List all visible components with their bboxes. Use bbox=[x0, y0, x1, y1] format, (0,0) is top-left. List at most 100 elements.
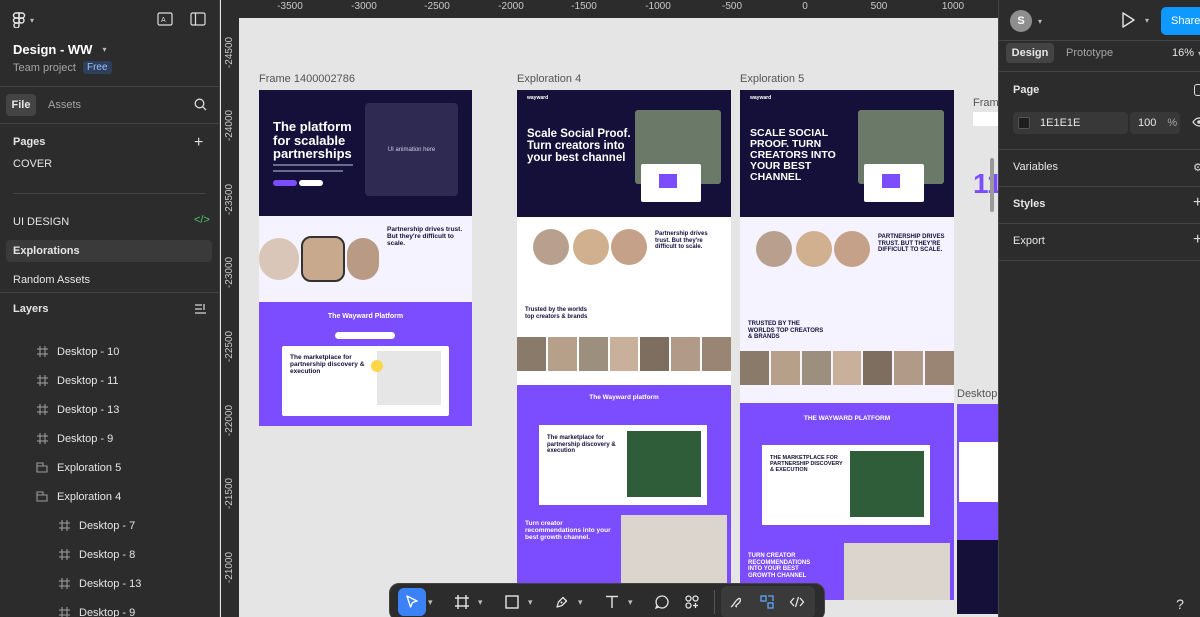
file-name: Design - WW bbox=[13, 42, 93, 57]
layer-item[interactable]: Desktop - 9 bbox=[0, 598, 220, 617]
add-export-button[interactable]: + bbox=[1193, 231, 1200, 249]
layer-label: Desktop - 9 bbox=[79, 606, 136, 617]
tab-prototype-label: Prototype bbox=[1066, 47, 1114, 59]
help-button[interactable]: ? bbox=[1170, 594, 1190, 614]
exploration-4-frame[interactable]: wayward Scale Social Proof. Turn creator… bbox=[517, 90, 731, 590]
frame-label[interactable]: Desktop bbox=[957, 388, 997, 400]
text-icon bbox=[606, 595, 618, 608]
layer-item[interactable]: Desktop - 13 bbox=[0, 395, 220, 424]
visibility-toggle[interactable] bbox=[1192, 116, 1200, 128]
code-icon bbox=[789, 596, 805, 608]
tab-prototype[interactable]: Prototype bbox=[1066, 47, 1113, 59]
frame-1400002786[interactable]: The platform for scalable partnerships U… bbox=[259, 90, 472, 426]
ruler-tick-label: 0 bbox=[802, 1, 808, 12]
layer-item[interactable]: Desktop - 11 bbox=[0, 366, 220, 395]
tab-file[interactable]: File bbox=[6, 94, 36, 116]
layer-item[interactable]: Desktop - 13 bbox=[0, 569, 220, 598]
layer-item[interactable]: Desktop - 7 bbox=[0, 511, 220, 540]
layer-label: Desktop - 9 bbox=[57, 432, 114, 445]
move-tool-button[interactable] bbox=[398, 588, 426, 616]
ruler-tick-text: -21000 bbox=[224, 551, 236, 583]
variables-title[interactable]: Variables bbox=[1013, 161, 1058, 173]
variables-icon[interactable]: ⚙ bbox=[1193, 161, 1200, 174]
ruler-tick-label: -22500 bbox=[221, 316, 239, 376]
zoom-menu[interactable]: 16% ▾ bbox=[1172, 47, 1200, 59]
shape-tool-button[interactable] bbox=[498, 588, 526, 616]
present-button[interactable]: ▾ bbox=[1119, 11, 1149, 29]
hero-title: The platform for scalable partnerships bbox=[273, 119, 352, 162]
ai-toggle-button[interactable]: A bbox=[157, 12, 173, 26]
page-label: Random Assets bbox=[13, 274, 91, 286]
partial-desktop-frame[interactable] bbox=[957, 404, 998, 614]
market-heading: The marketplace for partnership discover… bbox=[290, 354, 365, 376]
partial-frame[interactable] bbox=[973, 112, 998, 126]
page-item-ui-design[interactable]: UI DESIGN bbox=[13, 216, 69, 228]
layer-item[interactable]: Desktop - 10 bbox=[0, 337, 220, 366]
dev-mode-button[interactable] bbox=[783, 588, 811, 616]
main-menu-button[interactable]: ▾ bbox=[12, 12, 34, 28]
frame-tool-button[interactable] bbox=[448, 588, 476, 616]
layers-title: Layers bbox=[13, 303, 49, 315]
canvas-scrollbar[interactable] bbox=[990, 158, 994, 212]
user-menu[interactable]: S ▾ bbox=[1010, 10, 1042, 32]
frame-icon bbox=[57, 519, 71, 533]
design-mode-icon bbox=[760, 595, 774, 609]
chevron-down-icon[interactable]: ▾ bbox=[628, 597, 640, 608]
chevron-down-icon[interactable]: ▾ bbox=[428, 597, 440, 608]
toggle-sidebar-button[interactable] bbox=[190, 12, 206, 26]
search-button[interactable] bbox=[194, 98, 207, 111]
turn-heading: TURN CREATOR RECOMMENDATIONS INTO YOUR B… bbox=[748, 553, 811, 579]
tab-file-label: File bbox=[11, 99, 31, 111]
layer-item[interactable]: Exploration 4 bbox=[0, 482, 220, 511]
chevron-down-icon[interactable]: ▾ bbox=[578, 597, 590, 608]
layer-item[interactable]: Exploration 5 bbox=[0, 453, 220, 482]
frame-label[interactable]: Exploration 5 bbox=[740, 73, 804, 85]
text-tool-button[interactable] bbox=[598, 588, 626, 616]
frame-icon bbox=[35, 345, 49, 359]
layer-item[interactable]: Desktop - 9 bbox=[0, 424, 220, 453]
page-opacity-value: 100 bbox=[1138, 117, 1157, 129]
page-item-explorations[interactable]: Explorations bbox=[6, 240, 212, 262]
ruler-tick-label: -2500 bbox=[424, 1, 450, 12]
frame-label[interactable]: Frame bbox=[973, 97, 998, 109]
frame-icon bbox=[57, 577, 71, 591]
design-mode-button[interactable] bbox=[753, 588, 781, 616]
ruler-tick-label: -21500 bbox=[221, 463, 239, 523]
ruler-tick-label: -24000 bbox=[221, 95, 239, 155]
tab-assets[interactable]: Assets bbox=[48, 99, 81, 111]
layer-options-button[interactable] bbox=[194, 303, 207, 315]
chevron-down-icon[interactable]: ▾ bbox=[478, 597, 490, 608]
page-item-cover[interactable]: COVER bbox=[13, 158, 52, 170]
page-color-field[interactable]: 1E1E1E bbox=[1013, 112, 1128, 134]
trusted-heading: TRUSTED BY THE WORLDS TOP CREATORS & BRA… bbox=[748, 321, 824, 341]
layout-guide-icon[interactable] bbox=[1194, 84, 1200, 96]
exploration-5-frame[interactable]: wayward SCALE SOCIAL PROOF. TURN CREATOR… bbox=[740, 90, 954, 600]
tab-design[interactable]: Design bbox=[1006, 43, 1054, 63]
actions-button[interactable] bbox=[678, 588, 706, 616]
draw-mode-button[interactable] bbox=[723, 588, 751, 616]
ruler-tick-label: -22000 bbox=[221, 390, 239, 450]
add-page-button[interactable]: + bbox=[194, 134, 203, 152]
turn-heading: Turn creator recommendations into your b… bbox=[525, 520, 611, 542]
page-item-random-assets[interactable]: Random Assets bbox=[13, 274, 90, 286]
platform-heading: THE WAYWARD PLATFORM bbox=[803, 415, 891, 422]
add-style-button[interactable]: + bbox=[1193, 194, 1200, 212]
ruler-tick-label: -500 bbox=[721, 1, 742, 12]
layer-item[interactable]: Desktop - 8 bbox=[0, 540, 220, 569]
file-name-menu[interactable]: Design - WW ▾ bbox=[13, 42, 106, 57]
comment-icon bbox=[654, 595, 669, 610]
pen-tool-button[interactable] bbox=[548, 588, 576, 616]
share-button[interactable]: Share bbox=[1161, 7, 1200, 35]
frame-label[interactable]: Frame 1400002786 bbox=[259, 73, 355, 85]
comment-tool-button[interactable] bbox=[648, 588, 676, 616]
chevron-down-icon[interactable]: ▾ bbox=[528, 597, 540, 608]
color-swatch[interactable] bbox=[1018, 117, 1030, 129]
chevron-down-icon: ▾ bbox=[1038, 16, 1043, 26]
frame-label[interactable]: Exploration 4 bbox=[517, 73, 581, 85]
market-heading: The marketplace for partnership discover… bbox=[547, 435, 616, 455]
page-opacity-field[interactable]: 100 % bbox=[1130, 112, 1180, 134]
chevron-down-icon: ▾ bbox=[102, 45, 107, 54]
svg-text:A: A bbox=[161, 17, 166, 24]
layer-label: Desktop - 8 bbox=[79, 548, 136, 561]
canvas[interactable]: -3500 -3000 -2500 -2000 -1500 -1000 -500 0 500 10… bbox=[221, 0, 998, 617]
